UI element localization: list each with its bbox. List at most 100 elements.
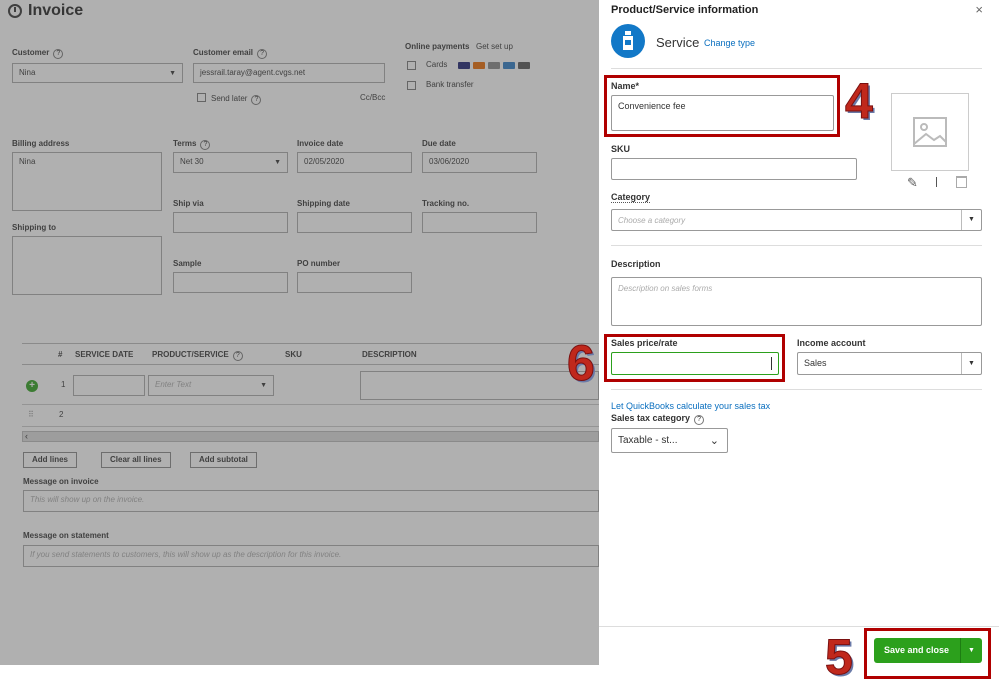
item-type-label: Service [656,35,700,50]
po-number-label: PO number [297,259,341,268]
billing-address-field[interactable]: Nina [12,152,162,211]
terms-select[interactable]: Net 30 ▼ [173,152,288,173]
change-type-link[interactable]: Change type [704,38,755,48]
cards-checkbox[interactable] [407,61,416,70]
ship-via-label: Ship via [173,199,204,208]
chevron-down-icon: ▼ [260,382,267,389]
chevron-down-icon: ▼ [961,210,981,230]
divider [611,68,982,69]
po-number-field[interactable] [297,272,412,293]
annotation-box-5 [864,628,991,679]
tracking-label: Tracking no. [422,199,470,208]
bank-transfer-checkbox[interactable] [407,81,416,90]
history-clock-icon[interactable] [8,4,22,18]
tracking-field[interactable] [422,212,537,233]
sku-field[interactable] [611,158,857,180]
help-icon[interactable]: ? [694,415,705,425]
shipping-to-label: Shipping to [12,223,56,232]
invoice-title: Invoice [28,2,84,19]
help-icon[interactable]: ? [200,140,211,150]
shipping-date-label: Shipping date [297,199,350,208]
description-field[interactable]: Description on sales forms [611,277,982,326]
divider [611,245,982,246]
panel-title: Product/Service information [611,4,759,16]
send-later-label: Send later? [211,94,262,105]
invoice-form: Invoice Customer? Nina ▼ Customer email? … [0,0,599,688]
divider [611,389,982,390]
col-sku: SKU [285,350,302,359]
cards-label: Cards [426,60,448,69]
help-icon[interactable]: ? [251,95,262,105]
customer-label: Customer? [12,48,64,59]
description-cell[interactable] [360,371,599,400]
help-icon[interactable]: ? [257,49,268,59]
due-date-field[interactable]: 03/06/2020 [422,152,537,173]
footer-divider [599,626,999,627]
chevron-down-icon: ⌄ [709,435,719,447]
shipping-date-field[interactable] [297,212,412,233]
chevron-down-icon: ▼ [169,70,176,77]
table-row[interactable]: ⠿ 2 [22,405,599,427]
annotation-box-6 [604,334,785,382]
customer-select[interactable]: Nina ▼ [12,63,183,83]
description-label: Description [611,259,661,269]
col-number: # [58,350,63,359]
cc-bcc-link[interactable]: Cc/Bcc [360,93,385,102]
income-account-label: Income account [797,338,866,348]
sample-label: Sample [173,259,202,268]
icon-separator [936,177,937,187]
get-set-up-link[interactable]: Get set up [476,42,513,51]
invoice-title-bar: Invoice [8,2,83,20]
service-type-icon [611,24,645,58]
billing-address-label: Billing address [12,139,70,148]
message-invoice-label: Message on invoice [23,477,99,486]
trash-icon[interactable] [956,176,967,188]
message-statement-field[interactable]: If you send statements to customers, thi… [23,545,599,567]
customer-email-field[interactable]: jessrail.taray@agent.cvgs.net [193,63,385,83]
shipping-to-field[interactable] [12,236,162,295]
bank-transfer-label: Bank transfer [426,80,474,89]
amex-icon [503,62,515,69]
annotation-number-4: 4 [845,73,874,130]
drag-handle-icon[interactable]: ⠿ [28,410,34,419]
add-subtotal-button[interactable]: Add subtotal [190,452,257,468]
image-placeholder[interactable] [891,93,969,171]
close-icon[interactable]: × [975,2,983,17]
income-account-select[interactable]: Sales ▼ [797,352,982,375]
message-statement-label: Message on statement [23,531,109,540]
invoice-date-label: Invoice date [297,139,344,148]
line-items-header: # SERVICE DATE PRODUCT/SERVICE? SKU DESC… [22,343,599,365]
row-number: 2 [59,410,64,419]
sku-label: SKU [611,144,631,154]
chevron-left-icon[interactable]: ‹ [25,431,28,441]
horizontal-scrollbar[interactable]: ‹ [22,431,599,442]
col-description: DESCRIPTION [362,350,417,359]
online-payments-label: Online payments [405,42,470,51]
row-number: 1 [61,380,66,389]
ship-via-field[interactable] [173,212,288,233]
clear-all-lines-button[interactable]: Clear all lines [101,452,171,468]
pencil-icon[interactable]: ✎ [907,175,918,191]
discover-icon [488,62,500,69]
help-icon[interactable]: ? [53,49,64,59]
tax-category-label: Sales tax category? [611,413,705,425]
card-logos [458,61,533,71]
service-date-cell[interactable] [73,375,145,396]
sample-field[interactable] [173,272,288,293]
tax-category-select[interactable]: Taxable - st... ⌄ [611,428,728,453]
help-icon[interactable]: ? [232,351,243,361]
add-lines-button[interactable]: Add lines [23,452,78,468]
category-label: Category [611,192,651,203]
category-select[interactable]: Choose a category ▼ [611,209,982,231]
chevron-down-icon: ▼ [961,353,981,374]
calculate-tax-link[interactable]: Let QuickBooks calculate your sales tax [611,401,770,411]
send-later-checkbox[interactable] [197,93,206,102]
table-row[interactable]: 1 Enter Text ▼ [22,365,599,405]
message-invoice-field[interactable]: This will show up on the invoice. [23,490,599,512]
applepay-icon [518,62,530,69]
add-row-icon[interactable]: + [26,380,38,392]
invoice-date-field[interactable]: 02/05/2020 [297,152,412,173]
product-select-cell[interactable]: Enter Text ▼ [148,375,274,396]
due-date-label: Due date [422,139,456,148]
col-product-service: PRODUCT/SERVICE? [152,350,243,361]
